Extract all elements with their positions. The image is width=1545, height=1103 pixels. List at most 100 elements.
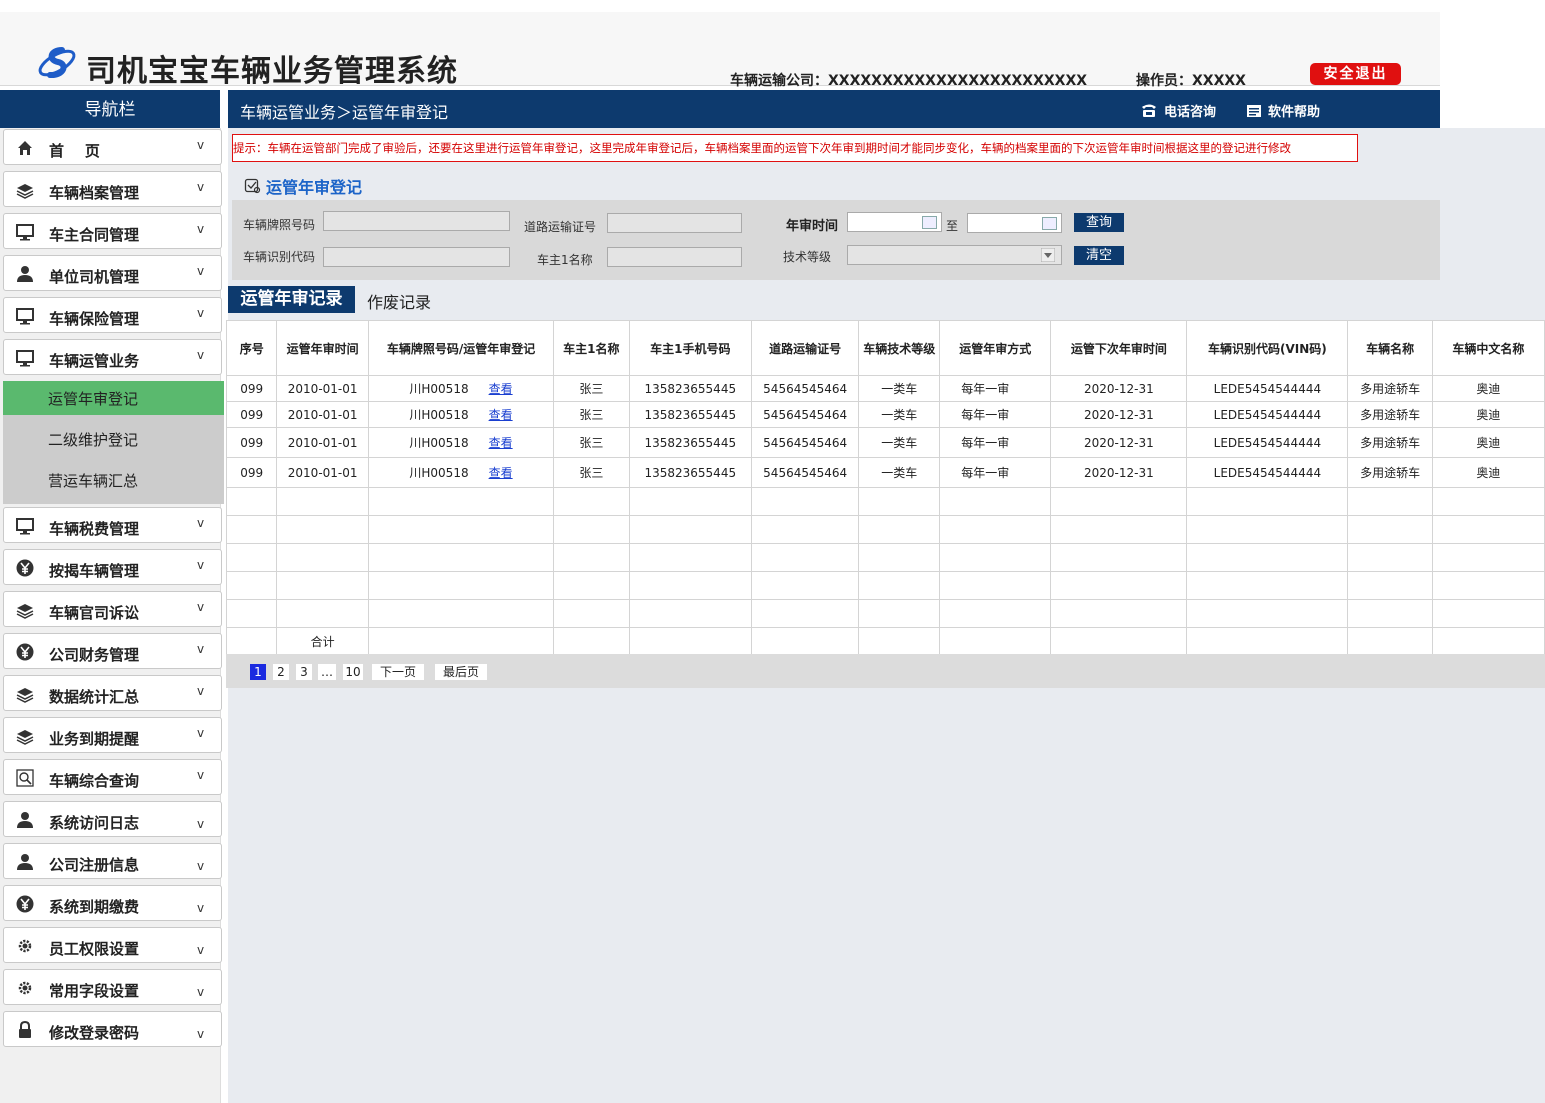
software-help-button[interactable]: 软件帮助 bbox=[1246, 101, 1320, 120]
sub-item-label: 运管年审登记 bbox=[48, 390, 139, 408]
clear-button[interactable]: 清空 bbox=[1074, 246, 1124, 265]
last-page-button[interactable]: 最后页 bbox=[435, 664, 487, 680]
layers-icon bbox=[16, 730, 34, 745]
sidebar-item-label: 车辆保险管理 bbox=[49, 310, 140, 328]
chevron-down-icon[interactable] bbox=[1041, 248, 1055, 262]
table-cell bbox=[1347, 543, 1433, 572]
sidebar-item-15[interactable]: 系统到期缴费 v bbox=[3, 885, 222, 921]
table-cell bbox=[750, 515, 860, 544]
table-cell bbox=[276, 571, 369, 600]
page-10-button[interactable]: 10 bbox=[343, 664, 363, 680]
calendar-icon[interactable] bbox=[1042, 217, 1057, 230]
next-page-button[interactable]: 下一页 bbox=[372, 664, 424, 680]
sidebar-item-10[interactable]: 数据统计汇总 v bbox=[3, 675, 222, 711]
sidebar-item-4[interactable]: 车辆保险管理 v bbox=[3, 297, 222, 333]
sidebar-item-14[interactable]: 公司注册信息 v bbox=[3, 843, 222, 879]
page-2-button[interactable]: 2 bbox=[273, 664, 289, 680]
chevron-down-icon: v bbox=[197, 516, 205, 530]
phone-icon bbox=[1142, 104, 1156, 117]
calendar-icon[interactable] bbox=[922, 216, 937, 229]
sub-item-summary[interactable]: 营运车辆汇总 bbox=[3, 463, 224, 497]
page-3-button[interactable]: 3 bbox=[296, 664, 312, 680]
sidebar-item-label: 系统到期缴费 bbox=[49, 898, 140, 916]
sidebar-item-9[interactable]: 公司财务管理 v bbox=[3, 633, 222, 669]
sidebar-item-11[interactable]: 业务到期提醒 v bbox=[3, 717, 222, 753]
table-cell: 2020-12-31 bbox=[1050, 427, 1188, 458]
table-header-row: 序号 运管年审时间 车辆牌照号码/运管年审登记 车主1名称 车主1手机号码 道路… bbox=[225, 320, 1545, 376]
operator-name: 操作员：XXXXX bbox=[1136, 73, 1246, 89]
sidebar-item-0[interactable]: 首 页v bbox=[3, 129, 222, 165]
table-cell: 张三 bbox=[553, 401, 630, 428]
table-cell bbox=[750, 599, 860, 628]
query-button[interactable]: 查询 bbox=[1074, 213, 1124, 232]
sidebar-item-13[interactable]: 系统访问日志 v bbox=[3, 801, 222, 837]
table-cell bbox=[939, 487, 1052, 516]
sidebar-item-16[interactable]: 员工权限设置 v bbox=[3, 927, 222, 963]
sidebar-item-6[interactable]: 车辆税费管理 v bbox=[3, 507, 222, 543]
sub-item-annual-review[interactable]: 运管年审登记 bbox=[3, 381, 224, 415]
gear-icon bbox=[18, 981, 32, 995]
view-link[interactable]: 查看 bbox=[489, 436, 513, 450]
table-row: 099 2010-01-01 川H00518 查看 张三 135823655445 5456… bbox=[225, 401, 1545, 428]
table-cell bbox=[1431, 487, 1545, 516]
sidebar-item-label: 车辆税费管理 bbox=[49, 520, 140, 538]
table-cell bbox=[553, 571, 630, 600]
table-cell bbox=[628, 487, 752, 516]
owner-input[interactable] bbox=[607, 247, 742, 267]
table-cell: 张三 bbox=[553, 427, 630, 458]
page-1-button[interactable]: 1 bbox=[250, 664, 266, 680]
chevron-down-icon: v bbox=[197, 817, 205, 831]
col-header: 车主1名称 bbox=[553, 320, 630, 376]
tab-void-records[interactable]: 作废记录 bbox=[367, 289, 431, 313]
table-cell: 2010-01-01 bbox=[276, 375, 369, 402]
sidebar-item-17[interactable]: 常用字段设置 v bbox=[3, 969, 222, 1005]
table-cell: 099 bbox=[225, 427, 278, 458]
yen-icon bbox=[16, 643, 34, 661]
sub-item-maintenance[interactable]: 二级维护登记 bbox=[3, 422, 224, 456]
view-link[interactable]: 查看 bbox=[489, 408, 513, 422]
lock-icon bbox=[19, 1021, 31, 1038]
sidebar-item-2[interactable]: 车主合同管理 v bbox=[3, 213, 222, 249]
page-ellipsis: … bbox=[318, 664, 336, 680]
table-cell: 张三 bbox=[553, 457, 630, 488]
col-header: 车辆牌照号码/运管年审登记 bbox=[367, 320, 555, 376]
table-cell: 一类车 bbox=[858, 427, 941, 458]
road-permit-input[interactable] bbox=[607, 213, 742, 233]
grade-label: 技术等级 bbox=[783, 250, 832, 264]
table-cell bbox=[858, 627, 941, 656]
table-cell: 2020-12-31 bbox=[1050, 401, 1188, 428]
col-header: 序号 bbox=[225, 320, 278, 376]
table-cell: 54564545464 bbox=[750, 457, 860, 488]
sidebar-item-3[interactable]: 单位司机管理 v bbox=[3, 255, 222, 291]
table-cell bbox=[939, 571, 1052, 600]
sub-item-label: 营运车辆汇总 bbox=[48, 472, 139, 490]
col-header: 车辆名称 bbox=[1347, 320, 1433, 376]
view-link[interactable]: 查看 bbox=[489, 382, 513, 396]
vin-input[interactable] bbox=[323, 247, 510, 267]
table-cell: 2010-01-01 bbox=[276, 427, 369, 458]
logout-button[interactable]: 安全退出 bbox=[1310, 63, 1401, 85]
sidebar-item-1[interactable]: 车辆档案管理 v bbox=[3, 171, 222, 207]
sidebar-item-7[interactable]: 按揭车辆管理 v bbox=[3, 549, 222, 585]
table-cell: 多用途轿车 bbox=[1347, 457, 1433, 488]
table-cell bbox=[276, 543, 369, 572]
grade-select[interactable] bbox=[847, 245, 1062, 265]
plate-input[interactable] bbox=[323, 211, 510, 231]
tab-annual-records[interactable]: 运管年审记录 bbox=[228, 286, 355, 313]
sidebar-item-label: 车辆运管业务 bbox=[49, 352, 140, 370]
sidebar-item-12[interactable]: 车辆综合查询 v bbox=[3, 759, 222, 795]
plate-text: 川H00518 bbox=[409, 436, 469, 450]
chevron-down-icon: v bbox=[197, 138, 205, 152]
view-link[interactable]: 查看 bbox=[489, 466, 513, 480]
table-cell bbox=[1050, 571, 1188, 600]
phone-consult-button[interactable]: 电话咨询 bbox=[1140, 101, 1216, 120]
sidebar-item-5[interactable]: 车辆运管业务 v bbox=[3, 339, 222, 375]
table-cell bbox=[750, 571, 860, 600]
table-cell bbox=[628, 599, 752, 628]
date-to-input[interactable] bbox=[967, 213, 1062, 233]
sidebar-item-8[interactable]: 车辆官司诉讼 v bbox=[3, 591, 222, 627]
sidebar-item-18[interactable]: 修改登录密码 v bbox=[3, 1011, 222, 1047]
date-from-input[interactable] bbox=[847, 212, 942, 232]
table-cell bbox=[225, 627, 278, 656]
chevron-down-icon: v bbox=[197, 985, 205, 999]
